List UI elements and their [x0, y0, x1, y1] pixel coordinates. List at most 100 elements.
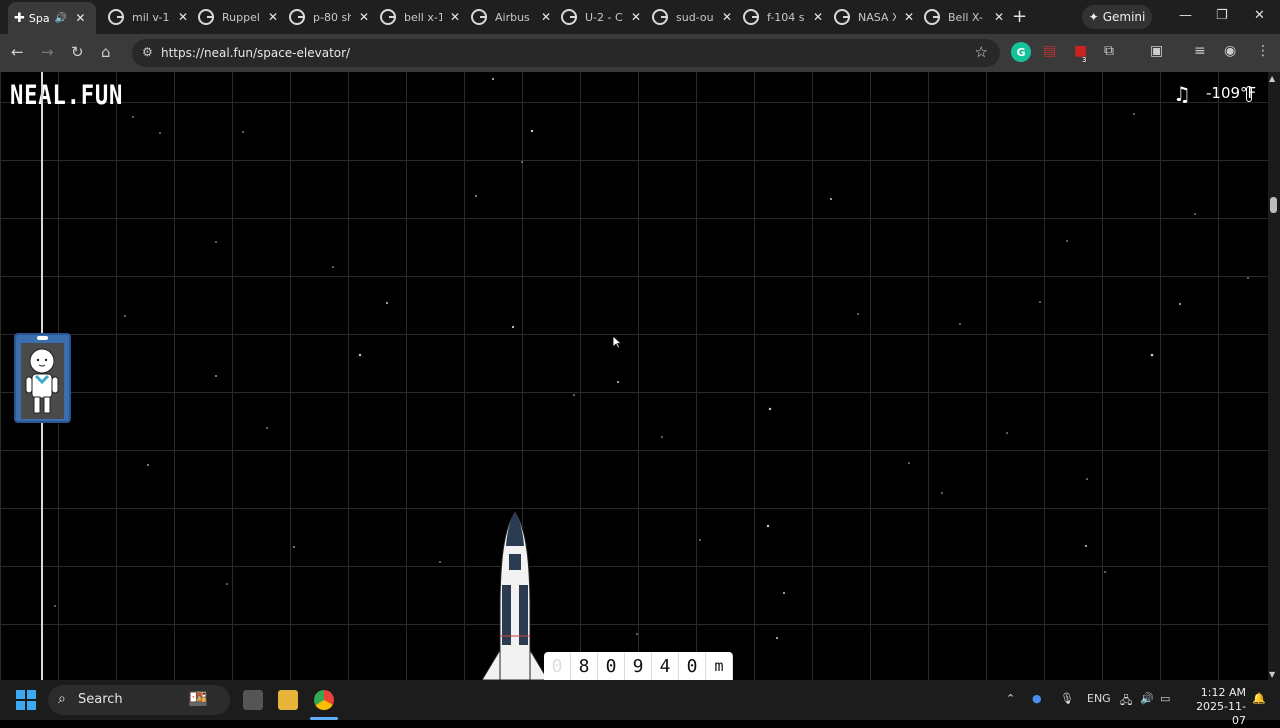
home-button[interactable]: ⌂ — [101, 43, 111, 61]
close-icon[interactable]: ✕ — [75, 11, 85, 25]
browser-toolbar: ← → ↻ ⌂ ⚙ https://neal.fun/space-elevato… — [0, 34, 1280, 72]
minimize-button[interactable]: — — [1179, 8, 1192, 23]
tab-add-icon: ✚ — [14, 10, 25, 26]
tab-label: bell x-1 — [404, 10, 442, 24]
grammarly-icon[interactable]: G — [1011, 42, 1031, 62]
tab[interactable]: bell x-1 ✕ — [380, 4, 460, 30]
sparkle-icon: ✦ — [1088, 10, 1099, 24]
tab-label: U-2 - C — [585, 10, 623, 24]
reload-button[interactable]: ↻ — [71, 43, 84, 61]
tab-label: NASA X — [858, 10, 896, 24]
scroll-up-arrow-icon[interactable]: ▲ — [1269, 74, 1275, 83]
microphone-icon[interactable]: 🎙 — [1060, 692, 1074, 705]
system-clock[interactable]: 1:12 AM 2025-11-07 — [1190, 686, 1246, 728]
tab-active[interactable]: ✚ Spa 🔊 ✕ — [8, 2, 96, 34]
altitude-digit: 4 — [652, 652, 679, 680]
page-scrollbar[interactable] — [1268, 72, 1280, 680]
music-note-icon[interactable]: ♫ — [1173, 82, 1191, 106]
elevator-window — [21, 343, 64, 419]
google-icon — [924, 9, 940, 25]
address-bar[interactable]: ⚙ https://neal.fun/space-elevator/ ☆ — [132, 39, 1000, 67]
bookmark-star-icon[interactable]: ☆ — [975, 43, 988, 61]
tab[interactable]: f-104 s ✕ — [743, 4, 823, 30]
sidepanel-icon[interactable]: ▣ — [1150, 43, 1163, 59]
close-icon[interactable]: ✕ — [631, 10, 641, 24]
close-icon[interactable]: ✕ — [268, 10, 278, 24]
tab-label: Ruppel — [222, 10, 260, 24]
taskbar-search[interactable]: ⌕ Search 🍱 — [48, 685, 230, 715]
search-label: Search — [78, 692, 123, 707]
close-icon[interactable]: ✕ — [994, 10, 1004, 24]
battery-icon[interactable]: ▭ — [1160, 692, 1170, 705]
windows-start-icon[interactable] — [16, 690, 36, 710]
restore-button[interactable]: ❐ — [1216, 8, 1228, 23]
media-icon[interactable]: ≡ — [1194, 43, 1206, 59]
tab-label: p-80 sh — [313, 10, 351, 24]
tab[interactable]: Bell X- ✕ — [924, 4, 1004, 30]
close-icon[interactable]: ✕ — [722, 10, 732, 24]
new-tab-button[interactable]: + — [1012, 6, 1027, 27]
google-icon — [652, 9, 668, 25]
google-icon — [471, 9, 487, 25]
task-view-icon[interactable] — [243, 690, 263, 710]
back-button[interactable]: ← — [11, 43, 24, 61]
google-icon — [834, 9, 850, 25]
clock-date: 2025-11-07 — [1196, 700, 1246, 727]
altitude-digit: 9 — [625, 652, 652, 680]
altitude-digit: 0 — [679, 652, 706, 680]
altitude-digit: 0 — [544, 652, 571, 680]
tab[interactable]: p-80 sh ✕ — [289, 4, 369, 30]
language-indicator[interactable]: ENG — [1087, 692, 1111, 705]
tab-label: Bell X- — [948, 10, 983, 24]
tab-label: Spa — [28, 11, 50, 25]
close-icon[interactable]: ✕ — [450, 10, 460, 24]
search-highlight-icon: 🍱 — [188, 689, 208, 708]
notifications-icon[interactable]: 🔔 — [1252, 692, 1266, 705]
profile-icon[interactable]: ◉ — [1224, 43, 1236, 59]
astronaut-icon — [25, 348, 59, 414]
starfield — [54, 78, 1249, 639]
close-icon[interactable]: ✕ — [904, 10, 914, 24]
extensions-puzzle-icon[interactable]: ⧉ — [1104, 43, 1114, 59]
tab-label: sud-ou — [676, 10, 714, 24]
window-close-button[interactable]: ✕ — [1254, 8, 1265, 23]
altitude-digit: 8 — [571, 652, 598, 680]
altitude-unit: m — [706, 652, 733, 680]
tab[interactable]: Airbus ✕ — [471, 4, 551, 30]
mouse-cursor-icon — [612, 335, 622, 349]
tab[interactable]: NASA X ✕ — [834, 4, 914, 30]
elevator-car — [14, 333, 71, 423]
menu-icon[interactable]: ⋮ — [1256, 43, 1270, 59]
gemini-label: Gemini — [1102, 10, 1146, 24]
rocket-icon — [481, 511, 549, 680]
chrome-icon[interactable] — [314, 690, 334, 710]
google-icon — [108, 9, 124, 25]
close-icon[interactable]: ✕ — [541, 10, 551, 24]
tab[interactable]: U-2 - C ✕ — [561, 4, 641, 30]
clock-time: 1:12 AM — [1200, 686, 1246, 699]
tray-overflow-icon[interactable]: ⌃ — [1006, 692, 1015, 705]
gemini-button[interactable]: ✦ Gemini — [1082, 5, 1152, 29]
scrollbar-thumb[interactable] — [1270, 197, 1277, 213]
google-icon — [380, 9, 396, 25]
forward-button[interactable]: → — [41, 43, 54, 61]
close-icon[interactable]: ✕ — [813, 10, 823, 24]
tab[interactable]: mil v-1 ✕ — [108, 4, 188, 30]
scroll-down-arrow-icon[interactable]: ▼ — [1269, 670, 1275, 679]
site-info-icon[interactable]: ⚙ — [142, 45, 153, 59]
tab[interactable]: sud-ou ✕ — [652, 4, 732, 30]
google-icon — [561, 9, 577, 25]
volume-icon[interactable]: 🔊 — [1140, 692, 1154, 705]
tab[interactable]: Ruppel ✕ — [198, 4, 278, 30]
url-text: https://neal.fun/space-elevator/ — [161, 46, 351, 60]
google-icon — [198, 9, 214, 25]
neal-fun-logo[interactable]: NEAL.FUN — [10, 80, 123, 111]
tray-app-icon[interactable]: ● — [1032, 692, 1042, 705]
close-icon[interactable]: ✕ — [178, 10, 188, 24]
close-icon[interactable]: ✕ — [359, 10, 369, 24]
extension-badge: 3 — [1082, 56, 1087, 64]
extension-icon[interactable]: ▤ — [1043, 43, 1056, 59]
network-icon[interactable]: 🖧 — [1120, 692, 1132, 711]
search-icon: ⌕ — [58, 691, 66, 707]
file-explorer-icon[interactable] — [278, 690, 298, 710]
